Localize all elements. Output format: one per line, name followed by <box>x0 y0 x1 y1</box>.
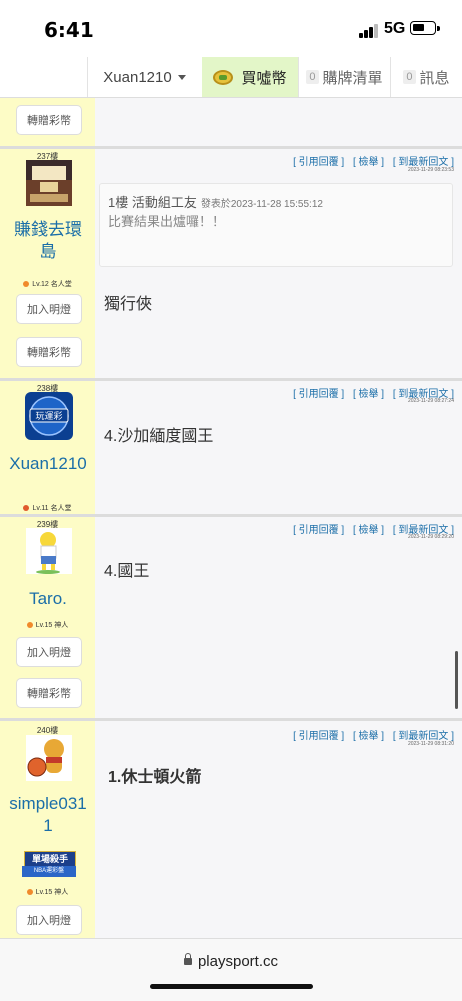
post-timestamp: 2023-11-29 08:29:20 <box>407 534 454 540</box>
post-actions: [ 引用回覆 ] [ 檢舉 ] [ 到最新回文 ] <box>287 727 454 742</box>
svg-text:玩運彩: 玩運彩 <box>35 411 62 422</box>
post-240-sidebar: 240樓 simple0311 單場殺手 NBA運彩盤 Lv.15 神人 加入明… <box>0 721 95 938</box>
post-237-sidebar: 237樓 賺錢去環島 Lv.12 名人堂 加入明燈 轉贈彩幣 <box>0 149 95 378</box>
post-238-body <box>95 381 462 514</box>
post-timestamp: 2023-11-29 08:31:20 <box>407 741 454 747</box>
gift-coins-button[interactable]: 轉贈彩幣 <box>16 105 82 135</box>
user-level-text: Lv.12 名人堂 <box>32 281 72 288</box>
user-level: Lv.15 神人 <box>0 620 95 630</box>
top-navigation: Xuan1210 買噓幣 0 購牌清單 0 訊息 <box>0 57 462 98</box>
report-link[interactable]: [ 檢舉 ] <box>353 389 384 400</box>
user-menu-label: Xuan1210 <box>103 68 172 86</box>
post-content: 1.休士頓火箭 <box>108 769 202 786</box>
user-level: Lv.12 名人堂 <box>0 279 95 289</box>
buy-coins-label: 買噓幣 <box>241 69 287 87</box>
username-link[interactable]: Taro. <box>6 588 90 610</box>
add-light-button[interactable]: 加入明燈 <box>16 637 82 667</box>
cart-link[interactable]: 0 購牌清單 <box>298 57 390 97</box>
post-content: 4.國王 <box>104 563 150 580</box>
signal-icon <box>359 24 379 38</box>
quote-header: 1樓 活動組工友 發表於2023-11-28 15:55:12 <box>108 192 323 211</box>
messages-label: 訊息 <box>419 69 450 87</box>
nba-killer-badge: 單場殺手 NBA運彩盤 <box>22 851 76 879</box>
browser-bottom-bar: playsport.cc <box>0 938 462 1001</box>
clock: 6:41 <box>44 18 94 42</box>
username-link[interactable]: 賺錢去環島 <box>6 219 90 263</box>
report-link[interactable]: [ 檢舉 ] <box>353 157 384 168</box>
user-level-text: Lv.15 神人 <box>35 889 69 896</box>
gift-coins-button[interactable]: 轉贈彩幣 <box>16 678 82 708</box>
badge-subtitle: NBA運彩盤 <box>22 866 76 877</box>
lock-icon <box>183 953 192 965</box>
user-level: Lv.15 神人 <box>0 887 95 897</box>
quote-body: 比賽結果出爐囉！！ <box>108 214 226 229</box>
add-light-button[interactable]: 加入明燈 <box>16 294 82 324</box>
gift-coins-button[interactable]: 轉贈彩幣 <box>16 337 82 367</box>
messages-link[interactable]: 0 訊息 <box>390 57 462 97</box>
quoted-post: 1樓 活動組工友 發表於2023-11-28 15:55:12 比賽結果出爐囉！！ <box>99 183 453 267</box>
user-level: Lv.11 名人堂 <box>0 503 95 513</box>
post-timestamp: 2023-11-29 08:27:24 <box>407 398 454 404</box>
report-link[interactable]: [ 檢舉 ] <box>353 525 384 536</box>
url-bar[interactable]: playsport.cc <box>0 953 462 970</box>
quote-reply-link[interactable]: [ 引用回覆 ] <box>293 525 344 536</box>
url-text: playsport.cc <box>197 953 279 970</box>
prev-post-sidebar: 轉贈彩幣 <box>0 98 95 146</box>
quote-date: 發表於2023-11-28 15:55:12 <box>200 199 323 210</box>
network-label: 5G <box>384 20 406 37</box>
add-light-button[interactable]: 加入明燈 <box>16 905 82 935</box>
post-239-sidebar: 239樓 Taro. Lv.15 神人 加入明燈 轉贈彩幣 <box>0 517 95 718</box>
user-level-text: Lv.15 神人 <box>35 622 69 629</box>
avatar[interactable]: 玩運彩 <box>25 392 73 440</box>
scrollbar[interactable] <box>455 651 458 709</box>
status-bar: 6:41 5G <box>0 0 462 58</box>
user-level-text: Lv.11 名人堂 <box>32 505 72 512</box>
post-timestamp: 2023-11-29 08:23:53 <box>407 167 454 173</box>
quote-reply-link[interactable]: [ 引用回覆 ] <box>293 731 344 742</box>
cart-count-badge: 0 <box>306 70 319 84</box>
buy-coins-button[interactable]: 買噓幣 <box>202 57 298 97</box>
quote-author: 1樓 活動組工友 <box>108 195 197 210</box>
quote-reply-link[interactable]: [ 引用回覆 ] <box>293 157 344 168</box>
post-238-sidebar: 238樓 玩運彩 Xuan1210 Lv.11 名人堂 <box>0 381 95 514</box>
post-content: 4.沙加緬度國王 <box>104 428 214 445</box>
avatar[interactable] <box>26 528 72 574</box>
post-239-body <box>95 517 462 718</box>
post-240-body <box>95 721 462 938</box>
username-link[interactable]: Xuan1210 <box>6 453 90 475</box>
prev-post-body <box>95 98 462 146</box>
post-content: 獨行俠 <box>104 296 153 313</box>
messages-count-badge: 0 <box>403 70 416 84</box>
post-actions: [ 引用回覆 ] [ 檢舉 ] [ 到最新回文 ] <box>287 153 454 168</box>
username-link[interactable]: simple0311 <box>6 793 90 837</box>
quote-reply-link[interactable]: [ 引用回覆 ] <box>293 389 344 400</box>
home-indicator <box>150 984 313 989</box>
cart-label: 購牌清單 <box>322 69 383 87</box>
user-menu[interactable]: Xuan1210 <box>87 57 201 97</box>
avatar[interactable] <box>26 160 72 206</box>
caret-down-icon <box>177 74 186 80</box>
report-link[interactable]: [ 檢舉 ] <box>353 731 384 742</box>
coin-icon <box>213 69 234 85</box>
avatar[interactable] <box>26 735 72 781</box>
battery-icon <box>410 21 440 35</box>
badge-title: 單場殺手 <box>24 851 76 867</box>
